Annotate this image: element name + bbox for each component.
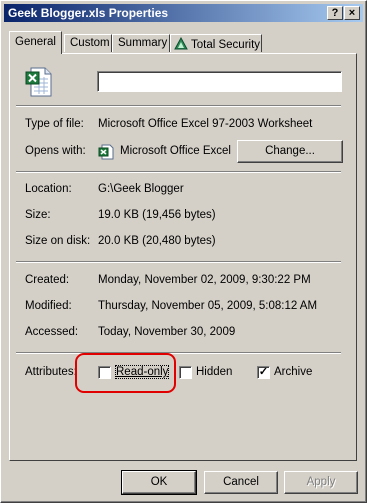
apply-button[interactable]: Apply bbox=[284, 471, 358, 494]
close-button[interactable]: × bbox=[344, 6, 360, 20]
tab-custom-label: Custom bbox=[70, 37, 110, 49]
type-of-file-label: Type of file: bbox=[25, 118, 84, 130]
close-icon: × bbox=[348, 7, 356, 19]
title-bar[interactable]: Geek Blogger.xls Properties ? × bbox=[4, 4, 363, 22]
size-label: Size: bbox=[25, 209, 51, 221]
archive-checkbox[interactable]: ✓ bbox=[257, 366, 270, 379]
opens-with-label: Opens with: bbox=[25, 145, 86, 157]
general-panel bbox=[9, 53, 357, 461]
total-security-icon bbox=[174, 36, 188, 50]
created-label: Created: bbox=[25, 274, 70, 286]
window-title: Geek Blogger.xls Properties bbox=[8, 6, 169, 20]
tab-strip: General Custom Summary Total Security bbox=[9, 31, 361, 54]
tab-general[interactable]: General bbox=[9, 31, 62, 54]
help-button[interactable]: ? bbox=[327, 6, 343, 20]
modified-label: Modified: bbox=[25, 300, 72, 312]
cancel-button[interactable]: Cancel bbox=[204, 471, 278, 494]
hidden-checkbox[interactable] bbox=[179, 366, 192, 379]
excel-file-icon bbox=[25, 67, 52, 97]
ok-button-label: OK bbox=[150, 476, 168, 488]
tab-summary[interactable]: Summary bbox=[112, 34, 170, 52]
tab-general-label: General bbox=[15, 36, 56, 48]
size-value: 19.0 KB (19,456 bytes) bbox=[98, 209, 216, 221]
opens-with-value: Microsoft Office Excel bbox=[120, 145, 231, 157]
modified-value: Thursday, November 05, 2009, 5:08:12 AM bbox=[98, 300, 318, 312]
read-only-label[interactable]: Read-only bbox=[114, 365, 170, 379]
created-value: Monday, November 02, 2009, 9:30:22 PM bbox=[98, 274, 311, 286]
size-on-disk-value: 20.0 KB (20,480 bytes) bbox=[98, 235, 216, 247]
change-button[interactable]: Change... bbox=[237, 140, 343, 163]
ok-button[interactable]: OK bbox=[121, 470, 197, 495]
location-value: G:\Geek Blogger bbox=[98, 183, 184, 195]
file-name-input[interactable] bbox=[97, 71, 342, 92]
accessed-value: Today, November 30, 2009 bbox=[98, 326, 236, 338]
properties-window: Geek Blogger.xls Properties ? × General … bbox=[0, 0, 367, 503]
location-label: Location: bbox=[25, 183, 72, 195]
attributes-label: Attributes: bbox=[25, 366, 77, 378]
hidden-label[interactable]: Hidden bbox=[196, 366, 232, 378]
excel-app-icon bbox=[98, 144, 114, 160]
change-button-label: Change... bbox=[265, 145, 315, 157]
read-only-checkbox[interactable] bbox=[98, 366, 111, 379]
tab-custom[interactable]: Custom bbox=[64, 34, 112, 52]
type-of-file-value: Microsoft Office Excel 97-2003 Worksheet bbox=[98, 118, 313, 130]
separator bbox=[16, 352, 341, 354]
apply-button-label: Apply bbox=[306, 476, 336, 488]
separator bbox=[16, 105, 341, 107]
accessed-label: Accessed: bbox=[25, 326, 79, 338]
separator bbox=[16, 171, 341, 173]
separator bbox=[16, 261, 341, 263]
tab-summary-label: Summary bbox=[118, 37, 168, 49]
help-icon: ? bbox=[331, 7, 339, 19]
archive-label[interactable]: Archive bbox=[274, 366, 312, 378]
size-on-disk-label: Size on disk: bbox=[25, 235, 91, 247]
checkmark-icon: ✓ bbox=[258, 366, 269, 378]
cancel-button-label: Cancel bbox=[223, 476, 259, 488]
tab-total-security-label: Total Security bbox=[191, 39, 261, 51]
tab-total-security[interactable]: Total Security bbox=[170, 34, 262, 52]
